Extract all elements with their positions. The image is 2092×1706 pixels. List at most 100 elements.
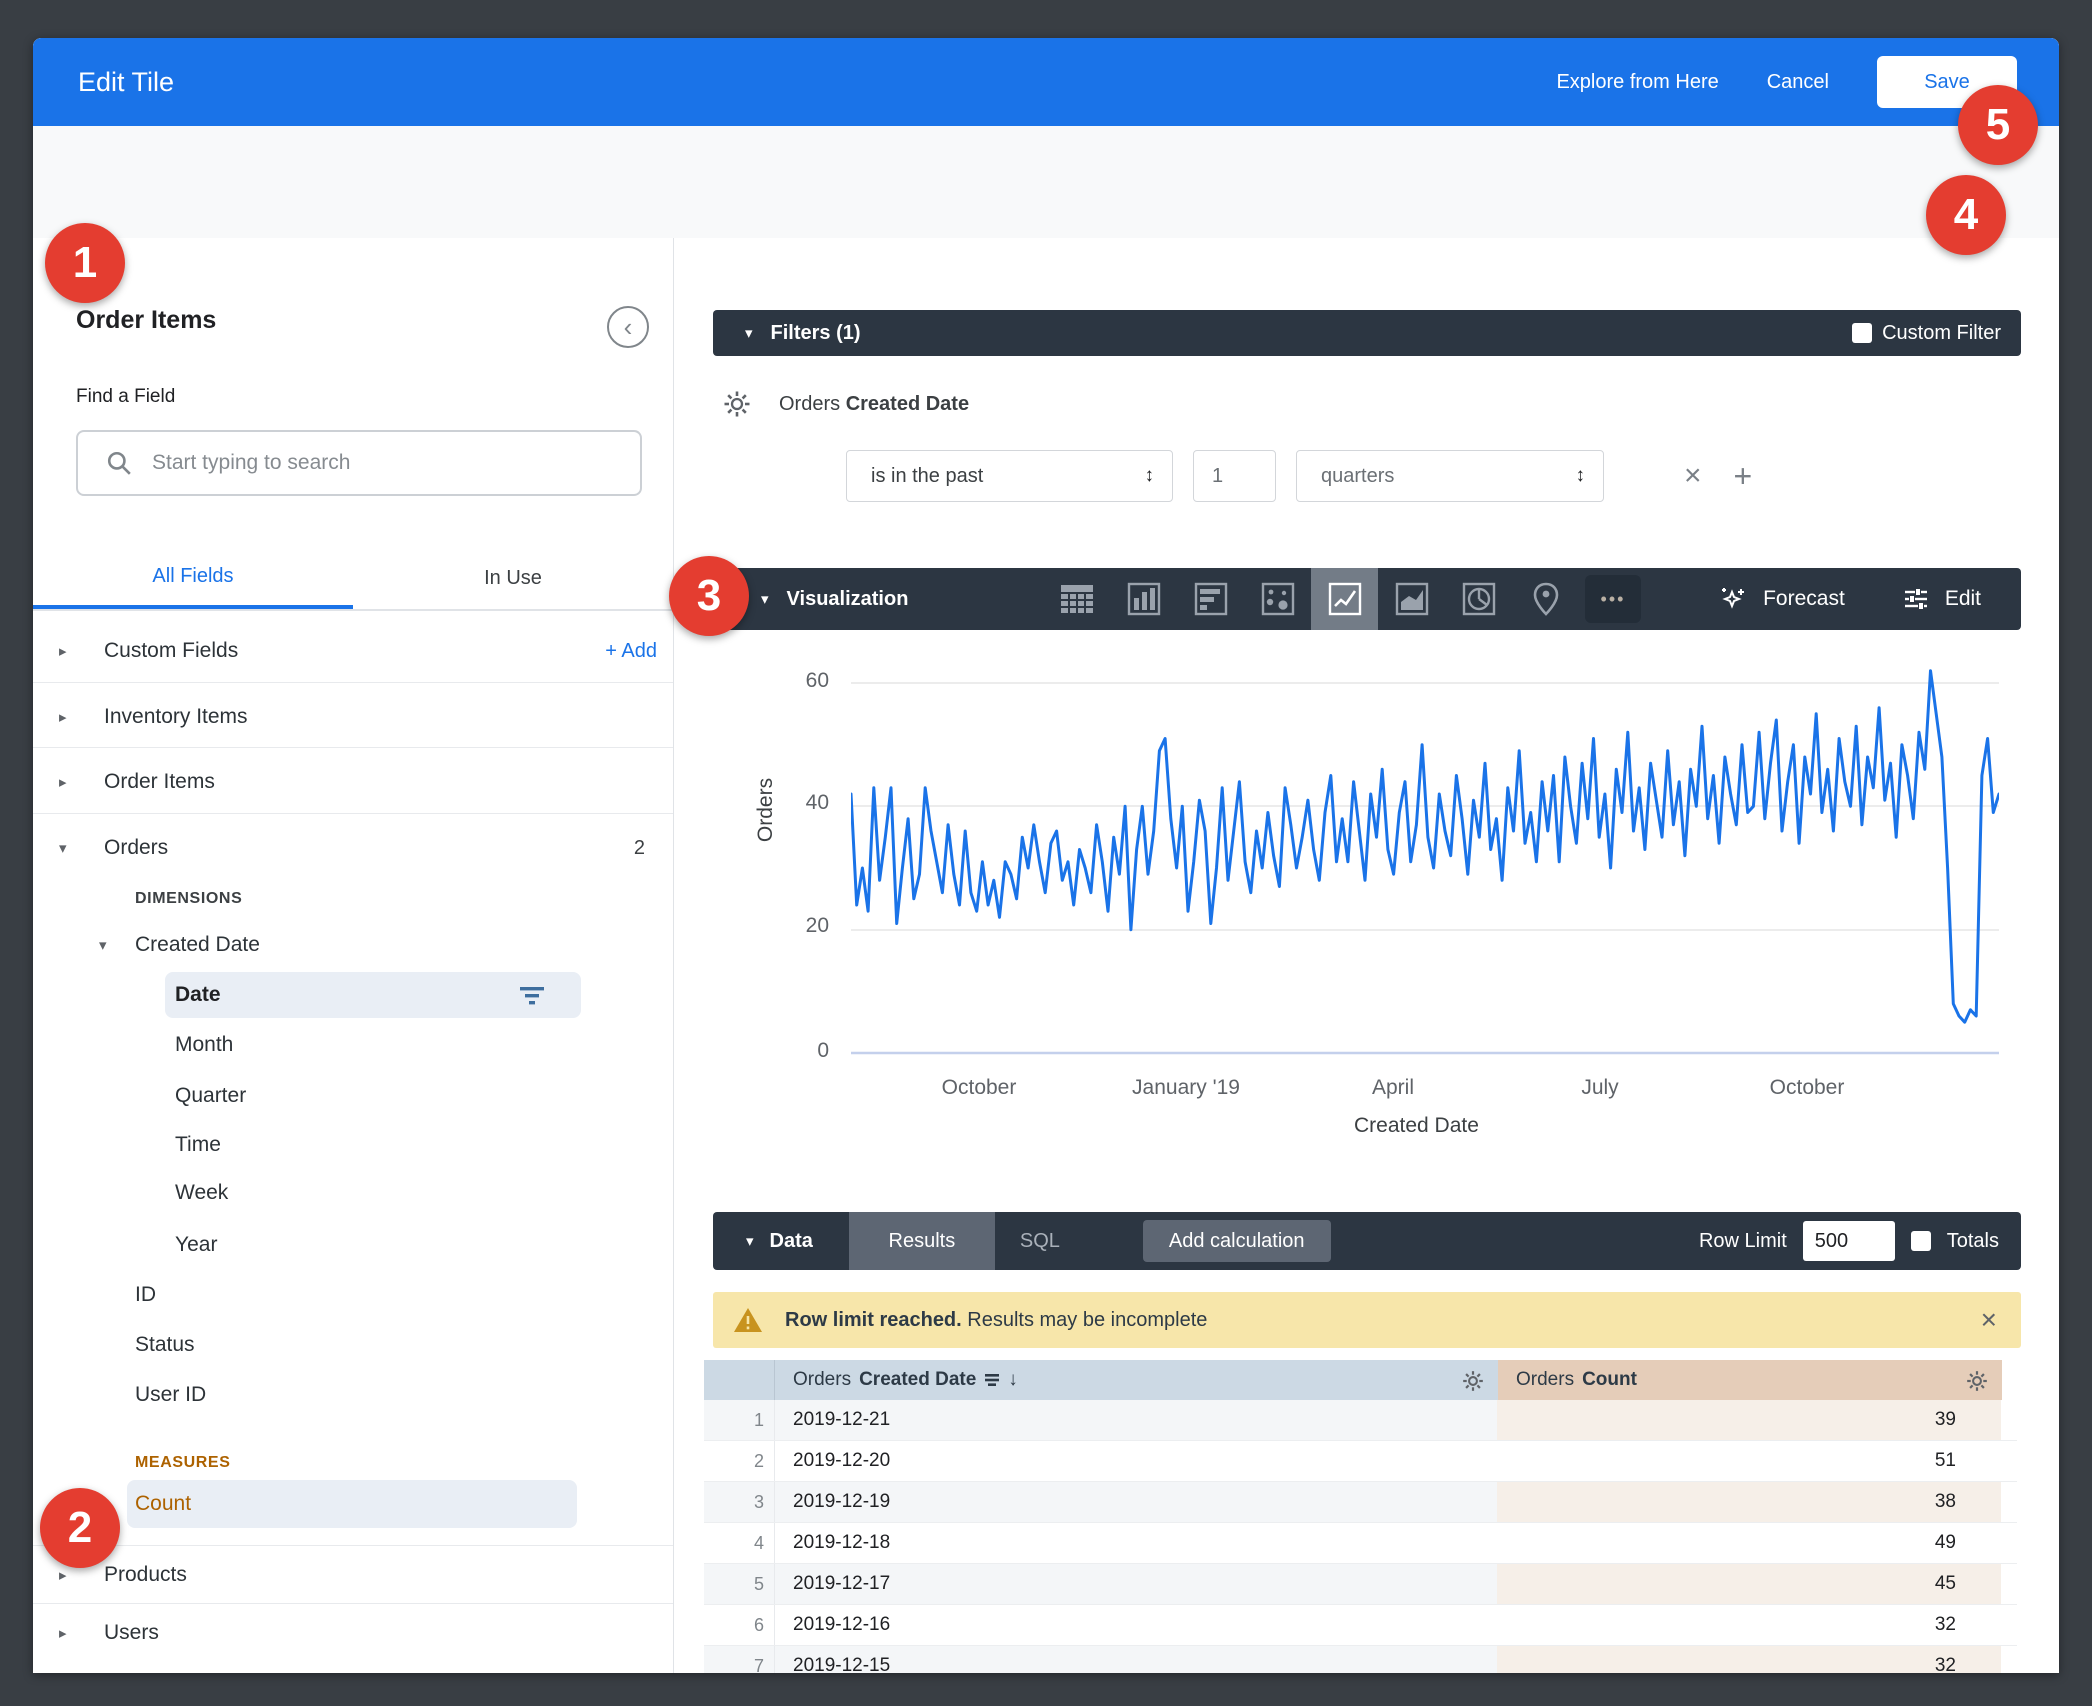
custom-filter-toggle[interactable]: Custom Filter [1852,322,2001,345]
add-calculation-button[interactable]: Add calculation [1143,1220,1331,1262]
viz-type-more-icon[interactable]: ••• [1585,575,1641,623]
dismiss-warning-icon[interactable]: × [1981,1304,1997,1336]
filter-value-input[interactable] [1193,450,1276,502]
sliders-icon [1901,584,1931,614]
divider [33,1545,673,1546]
viz-type-bar-icon[interactable] [1110,568,1177,630]
topbar: Edit Tile Explore from Here Cancel Save [33,38,2059,126]
field-year[interactable]: Year [33,1220,673,1270]
table-row[interactable]: 42019-12-1849 [704,1523,2017,1564]
table-row[interactable]: 72019-12-1532 [704,1646,2017,1673]
field-user-id[interactable]: User ID [33,1370,673,1420]
tab-in-use[interactable]: In Use [353,548,673,609]
x-tick: October [1770,1076,1845,1100]
group-label: Products [104,1563,187,1587]
data-bar-right: Row Limit Totals [1699,1221,1999,1261]
table-row[interactable]: 12019-12-2139 [704,1400,2017,1441]
field-count-selected[interactable]: Count [127,1480,577,1528]
x-tick: October [942,1076,1017,1100]
cell-date: 2019-12-16 [774,1605,1497,1645]
viz-type-table-icon[interactable] [1043,568,1110,630]
filter-icon[interactable] [519,984,545,1008]
column-header-created-date[interactable]: Orders Created Date ↓ [774,1360,1498,1400]
table-row[interactable]: 32019-12-1938 [704,1482,2017,1523]
custom-filter-checkbox[interactable] [1852,323,1872,343]
x-tick: July [1581,1076,1618,1100]
group-label: Users [104,1621,159,1645]
row-limit-input[interactable] [1803,1221,1895,1261]
x-axis-label: Created Date [1354,1114,1479,1138]
table-row[interactable]: 52019-12-1745 [704,1564,2017,1605]
viz-type-scatter-icon[interactable] [1244,568,1311,630]
cell-date: 2019-12-18 [774,1523,1497,1563]
section-collapse-icon[interactable]: ▾ [746,1232,754,1250]
totals-checkbox[interactable] [1911,1231,1931,1251]
add-custom-field-button[interactable]: + Add [605,640,657,663]
filter-controls: is in the past ↕ quarters ↕ × + [846,450,1752,502]
tab-sql[interactable]: SQL [995,1212,1085,1270]
section-dimensions: DIMENSIONS [33,874,673,924]
tree-group-order-items[interactable]: ▸ Order Items [33,757,673,807]
section-collapse-icon[interactable]: ▾ [745,324,753,342]
field-quarter[interactable]: Quarter [33,1071,673,1121]
table-row[interactable]: 22019-12-2051 [704,1441,2017,1482]
data-title: Data [770,1230,813,1253]
tree-group-users[interactable]: ▸ Users [33,1608,673,1658]
remove-filter-icon[interactable]: × [1684,459,1702,493]
tree-group-inventory-items[interactable]: ▸ Inventory Items [33,692,673,742]
app-window: Edit Tile Explore from Here Cancel Save … [33,38,2059,1673]
explore-title: Order Items [76,306,216,335]
viz-type-map-icon[interactable] [1512,568,1579,630]
orders-line [851,671,1999,1023]
chevron-right-icon: ▸ [59,708,67,726]
visualization-section-bar[interactable]: ▾ Visualization [713,568,2021,630]
filter-condition-select[interactable]: is in the past ↕ [846,450,1173,502]
explore-from-here-link[interactable]: Explore from Here [1556,71,1718,94]
filters-section-bar[interactable]: ▾ Filters (1) Custom Filter [713,310,2021,356]
tree-group-orders[interactable]: ▾ Orders 2 [33,823,673,873]
cell-count: 32 [1497,1646,2001,1673]
add-filter-icon[interactable]: + [1734,458,1753,495]
row-limit-label: Row Limit [1699,1230,1787,1253]
row-number: 4 [704,1523,774,1563]
column-header-count[interactable]: Orders Count [1498,1360,2002,1400]
results-table: Orders Created Date ↓ Orders [704,1360,2017,1673]
tree-group-custom-fields[interactable]: ▸ Custom Fields + Add [33,626,673,676]
table-row[interactable]: 62019-12-1632 [704,1605,2017,1646]
callout-2: 2 [40,1488,120,1568]
section-collapse-icon[interactable]: ▾ [761,590,769,608]
filter-unit-select[interactable]: quarters ↕ [1296,450,1604,502]
sort-desc-arrow-icon: ↓ [1008,1369,1018,1391]
gear-icon[interactable] [1966,1370,1988,1392]
viz-type-line-icon[interactable] [1311,568,1378,630]
tree-group-products[interactable]: ▸ Products [33,1550,673,1600]
row-number: 7 [704,1646,774,1673]
orders-line-chart[interactable] [851,662,1999,1062]
viz-type-area-icon[interactable] [1378,568,1445,630]
callout-3: 3 [669,556,749,636]
edit-viz-button[interactable]: Edit [1901,584,1981,614]
field-id[interactable]: ID [33,1270,673,1320]
tab-results[interactable]: Results [849,1212,995,1270]
field-time[interactable]: Time [33,1120,673,1170]
filter-field-view: Orders [779,393,840,415]
cancel-link[interactable]: Cancel [1767,71,1829,94]
collapse-sidebar-icon[interactable]: ‹ [607,306,649,348]
cell-date: 2019-12-15 [774,1646,1497,1673]
tab-all-fields[interactable]: All Fields [33,548,353,609]
field-date-selected[interactable]: Date [165,972,581,1018]
field-week[interactable]: Week [33,1168,673,1218]
dimensions-label: DIMENSIONS [135,890,242,908]
gear-icon[interactable] [723,390,751,418]
tree-subgroup-created-date[interactable]: ▾ Created Date [33,920,673,970]
field-month[interactable]: Month [33,1020,673,1070]
data-section-bar[interactable]: ▾ Data Results SQL Add calculation Row L… [713,1212,2021,1270]
field-status[interactable]: Status [33,1320,673,1370]
gear-icon[interactable] [1462,1370,1484,1392]
field-search-box[interactable] [76,430,642,496]
cell-count: 45 [1497,1564,2001,1604]
forecast-button[interactable]: Forecast [1719,584,1845,614]
viz-type-row-icon[interactable] [1177,568,1244,630]
viz-type-pie-icon[interactable] [1445,568,1512,630]
field-search-input[interactable] [150,450,594,476]
